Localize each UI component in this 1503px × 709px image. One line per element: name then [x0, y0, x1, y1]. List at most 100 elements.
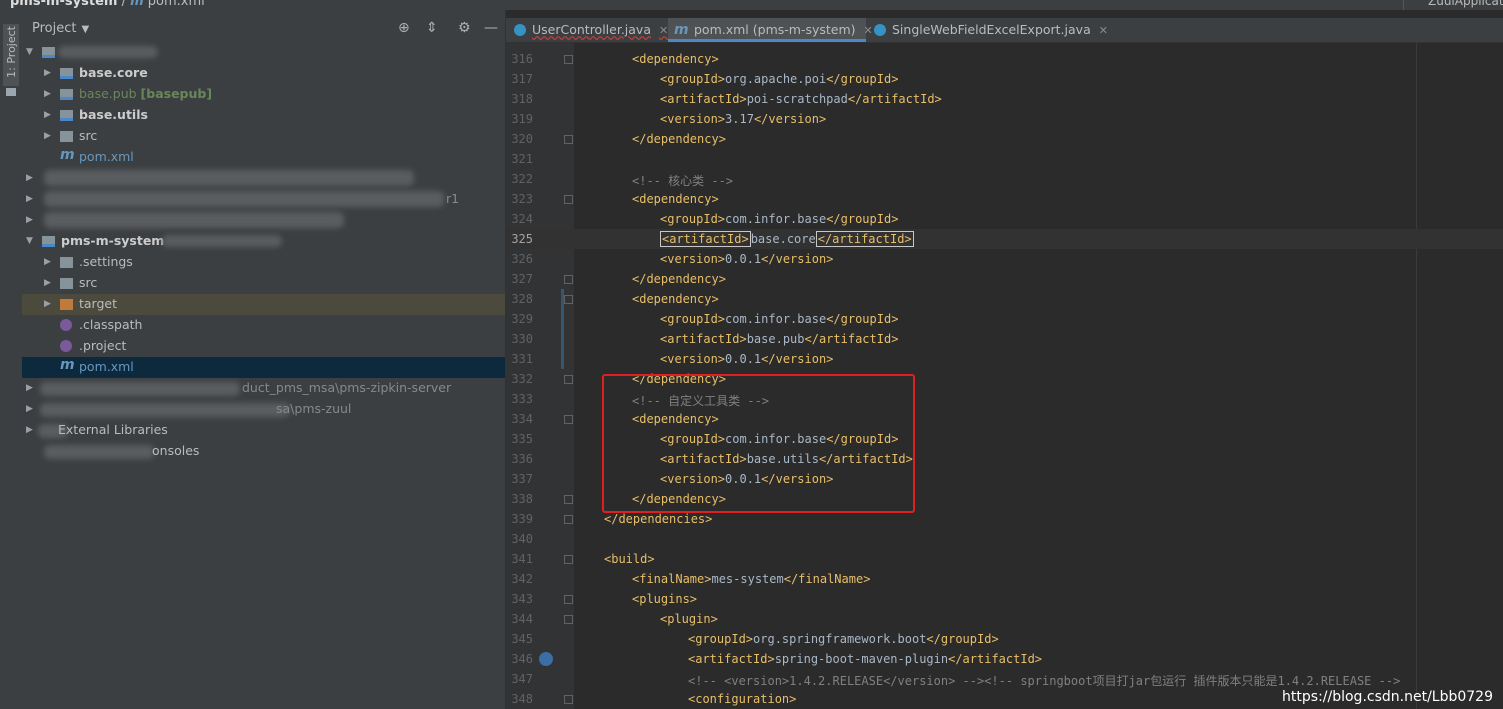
- folder-icon: [60, 278, 73, 289]
- line-number: 318: [511, 92, 533, 106]
- fold-marker-icon[interactable]: [564, 55, 573, 64]
- fold-marker-icon[interactable]: [564, 275, 573, 284]
- code-text: <groupId>com.infor.base</groupId>: [660, 312, 899, 326]
- collapse-all-icon[interactable]: ⇕: [426, 20, 438, 36]
- code-text: <plugin>: [660, 612, 718, 626]
- code-line[interactable]: 328 <dependency>: [506, 289, 1503, 309]
- line-number: 345: [511, 632, 533, 646]
- line-number: 327: [511, 272, 533, 286]
- code-line[interactable]: 325 <artifactId> base.core </artifactId>: [506, 229, 1503, 249]
- tree-row-base-utils[interactable]: ▶ base.utils: [22, 105, 505, 126]
- fold-marker-icon[interactable]: [564, 495, 573, 504]
- fold-marker-icon[interactable]: [564, 595, 573, 604]
- code-line[interactable]: 323 <dependency>: [506, 189, 1503, 209]
- code-line[interactable]: 347 <!-- <version>1.4.2.RELEASE</version>…: [506, 669, 1503, 689]
- fold-marker-icon[interactable]: [564, 375, 573, 384]
- tree-row-blurred[interactable]: ▶: [22, 168, 505, 189]
- project-view-selector[interactable]: Project ▼: [32, 21, 89, 36]
- tree-row-pom-xml-selected[interactable]: m pom.xml: [22, 357, 505, 378]
- code-line[interactable]: 346 <artifactId>spring-boot-maven-plugin<…: [506, 649, 1503, 669]
- code-line[interactable]: 322 <!-- 核心类 -->: [506, 169, 1503, 189]
- tree-row-settings[interactable]: ▶ .settings: [22, 252, 505, 273]
- tree-row-blurred[interactable]: ▶ r1: [22, 189, 505, 210]
- watermark: https://blog.csdn.net/Lbb0729: [1282, 689, 1493, 705]
- code-text: <artifactId>spring-boot-maven-plugin</ar…: [688, 652, 1043, 666]
- fold-marker-icon[interactable]: [564, 195, 573, 204]
- tree-row-base-pub[interactable]: ▶ base.pub [basepub]: [22, 84, 505, 105]
- line-number: 346: [511, 652, 533, 666]
- tree-row-project[interactable]: .project: [22, 336, 505, 357]
- highlight-box: [602, 374, 915, 513]
- line-number: 344: [511, 612, 533, 626]
- module-icon: [60, 68, 73, 79]
- tree-row-src[interactable]: ▶ src: [22, 126, 505, 147]
- fold-marker-icon[interactable]: [564, 615, 573, 624]
- spring-gutter-icon[interactable]: [539, 652, 553, 666]
- tree-row-root[interactable]: ▼: [22, 42, 505, 63]
- tree-row-zuul[interactable]: ▶ sa\pms-zuul: [22, 399, 505, 420]
- code-line[interactable]: 344 <plugin>: [506, 609, 1503, 629]
- maven-file-icon: m: [60, 147, 75, 163]
- close-icon[interactable]: ✕: [659, 24, 668, 37]
- run-config-selector[interactable]: ZuulApplicati: [1403, 0, 1503, 10]
- tree-row-pms-m-system[interactable]: ▼ pms-m-system: [22, 231, 505, 252]
- tree-row-classpath[interactable]: .classpath: [22, 315, 505, 336]
- code-line[interactable]: 321: [506, 149, 1503, 169]
- code-line[interactable]: 320 </dependency>: [506, 129, 1503, 149]
- breadcrumb-file[interactable]: pom.xml: [148, 0, 205, 9]
- project-tool-tab[interactable]: 1: Project: [3, 24, 19, 86]
- code-line[interactable]: 317 <groupId>org.apache.poi</groupId>: [506, 69, 1503, 89]
- maven-file-icon: m: [60, 357, 75, 373]
- tab-single-web-field-excel-export[interactable]: SingleWebFieldExcelExport.java ✕: [866, 18, 1108, 42]
- code-line[interactable]: 330 <artifactId>base.pub</artifactId>: [506, 329, 1503, 349]
- code-text: <dependency>: [632, 292, 719, 306]
- folder-icon: [60, 131, 73, 142]
- tree-row-src[interactable]: ▶ src: [22, 273, 505, 294]
- close-icon[interactable]: ✕: [1099, 24, 1108, 37]
- code-line[interactable]: 316 <dependency>: [506, 49, 1503, 69]
- locate-icon[interactable]: ⊕: [398, 20, 410, 36]
- code-text: <build>: [604, 552, 655, 566]
- tree-row-blurred[interactable]: ▶: [22, 210, 505, 231]
- code-text: <artifactId> base.core </artifactId>: [660, 231, 914, 247]
- tree-row-target[interactable]: ▶ target: [22, 294, 505, 315]
- code-line[interactable]: 340: [506, 529, 1503, 549]
- tab-pom-xml[interactable]: m pom.xml (pms-m-system) ✕: [668, 18, 873, 42]
- tab-user-controller[interactable]: UserController.java ✕: [506, 18, 668, 42]
- fold-marker-icon[interactable]: [564, 515, 573, 524]
- java-class-icon: [514, 24, 526, 36]
- tree-row-base-core[interactable]: ▶ base.core: [22, 63, 505, 84]
- code-text: </dependency>: [632, 132, 726, 146]
- code-line[interactable]: 326 <version>0.0.1</version>: [506, 249, 1503, 269]
- fold-marker-icon[interactable]: [564, 415, 573, 424]
- hide-icon[interactable]: —: [484, 20, 498, 36]
- tree-row-consoles[interactable]: onsoles: [22, 441, 505, 462]
- code-line[interactable]: 341 <build>: [506, 549, 1503, 569]
- code-line[interactable]: 342 <finalName>mes-system</finalName>: [506, 569, 1503, 589]
- eclipse-file-icon: [60, 340, 72, 352]
- code-text: <version>3.17</version>: [660, 112, 827, 126]
- tree-row-pom-xml[interactable]: m pom.xml: [22, 147, 505, 168]
- fold-marker-icon[interactable]: [564, 135, 573, 144]
- gear-icon[interactable]: ⚙: [458, 20, 471, 36]
- editor-area: UserController.java ✕ m pom.xml (pms-m-sys…: [505, 10, 1503, 709]
- line-number: 322: [511, 172, 533, 186]
- line-number: 340: [511, 532, 533, 546]
- code-line[interactable]: 319 <version>3.17</version>: [506, 109, 1503, 129]
- code-line[interactable]: 343 <plugins>: [506, 589, 1503, 609]
- code-line[interactable]: 318 <artifactId>poi-scratchpad</artifactI…: [506, 89, 1503, 109]
- fold-marker-icon[interactable]: [564, 295, 573, 304]
- code-line[interactable]: 329 <groupId>com.infor.base</groupId>: [506, 309, 1503, 329]
- breadcrumb-project[interactable]: pms-m-system: [10, 0, 117, 9]
- code-line[interactable]: 345 <groupId>org.springframework.boot</gr…: [506, 629, 1503, 649]
- module-icon: [60, 110, 73, 121]
- code-line[interactable]: 331 <version>0.0.1</version>: [506, 349, 1503, 369]
- fold-marker-icon[interactable]: [564, 695, 573, 704]
- breadcrumb[interactable]: pms-m-system / m pom.xml: [10, 0, 205, 9]
- line-number: 335: [511, 432, 533, 446]
- code-line[interactable]: 324 <groupId>com.infor.base</groupId>: [506, 209, 1503, 229]
- fold-marker-icon[interactable]: [564, 555, 573, 564]
- code-line[interactable]: 327 </dependency>: [506, 269, 1503, 289]
- tree-row-external-libraries[interactable]: ▶ External Libraries: [22, 420, 505, 441]
- tree-row-zipkin[interactable]: ▶ duct_pms_msa\pms-zipkin-server: [22, 378, 505, 399]
